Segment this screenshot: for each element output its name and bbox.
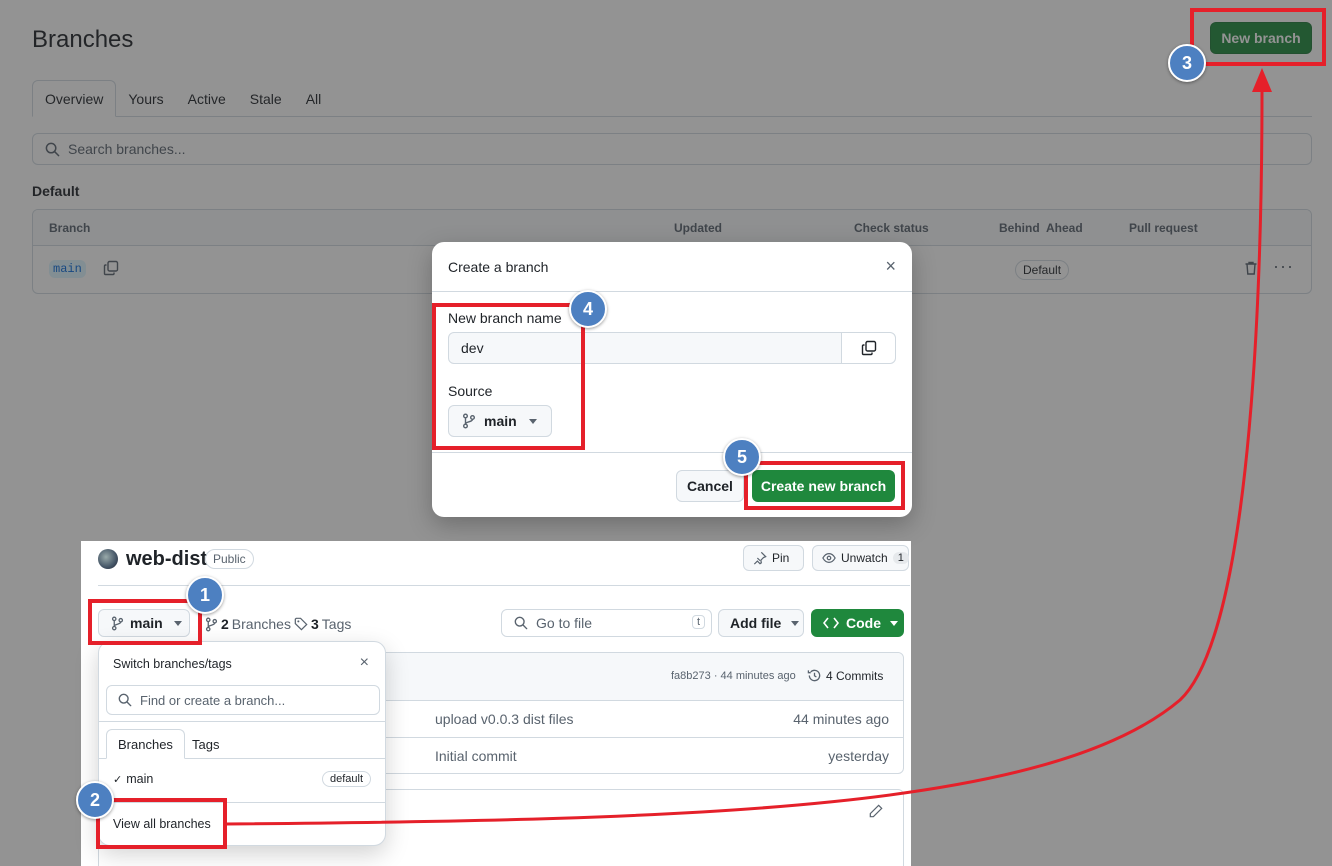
step-badge-3: 3 bbox=[1168, 44, 1206, 82]
highlight-branch-form bbox=[432, 303, 585, 450]
annotation-arrow bbox=[225, 68, 1272, 826]
step-badge-4: 4 bbox=[569, 290, 607, 328]
highlight-new-branch bbox=[1190, 8, 1326, 66]
step-badge-1: 1 bbox=[186, 576, 224, 614]
highlight-branch-select bbox=[88, 599, 202, 645]
highlight-view-all bbox=[96, 798, 227, 849]
highlight-create-button bbox=[744, 461, 905, 510]
step-badge-2: 2 bbox=[76, 781, 114, 819]
step-badge-5: 5 bbox=[723, 438, 761, 476]
